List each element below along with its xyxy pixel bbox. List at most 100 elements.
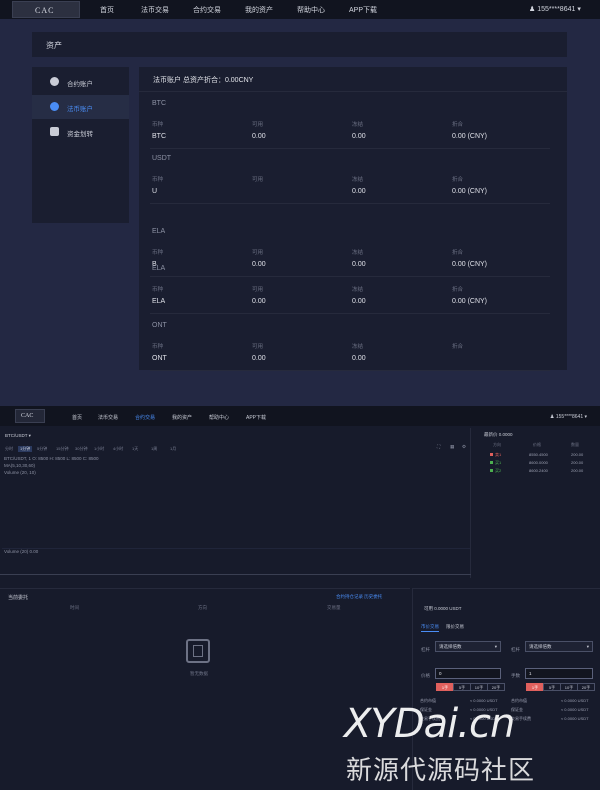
wallet-icon [50, 102, 59, 111]
column-header: 可用 [252, 250, 264, 256]
nav-help-center[interactable]: 帮助中心 [297, 5, 325, 15]
row-divider [150, 313, 550, 314]
column-header: 折合 [452, 287, 464, 293]
sidebar-item-fiat-account[interactable]: 法币账户 [32, 95, 129, 119]
nav-help-center[interactable]: 帮助中心 [209, 414, 229, 421]
tab-market-order[interactable]: 市价交易 [421, 624, 439, 630]
buy-leverage-select[interactable]: 请选择倍数 ▾ [435, 641, 501, 652]
logo[interactable]: CAC [12, 1, 80, 18]
nav-contract-trade[interactable]: 合约交易 [193, 5, 221, 15]
tab-timeframe[interactable]: 30分钟 [75, 446, 87, 452]
tab-limit-order[interactable]: 限价交易 [446, 624, 464, 630]
orderbook-qty: 200.00 [571, 460, 584, 465]
orderbook-qty: 200.00 [571, 468, 584, 473]
col-direction: 方向 [198, 605, 207, 610]
asset-value: 0.00 (CNY) [452, 188, 488, 195]
nav-fiat-trade[interactable]: 法币交易 [98, 414, 118, 421]
info-value: ≈ 0.0000 USDT [561, 707, 589, 712]
order-book: 最新价 0.0000 方向 价格 数量 卖1 8550.4500 200.00 买1 8… [474, 428, 600, 578]
orderbook-price: 8550.4500 [529, 452, 548, 457]
col-side: 方向 [493, 442, 501, 447]
side-marker [490, 461, 493, 464]
orderbook-side: 买1 [495, 460, 502, 465]
nav-home[interactable]: 首页 [72, 414, 82, 421]
sell-quick-qty-button[interactable]: 1手 [526, 683, 544, 691]
available-balance: 可用 0.0000 USDT [424, 606, 462, 611]
chevron-down-icon: ▾ [584, 414, 588, 420]
column-header: 折合 [452, 250, 464, 256]
logo[interactable]: CAC [15, 409, 45, 423]
divider [139, 91, 567, 92]
nav-fiat-trade[interactable]: 法币交易 [141, 5, 169, 15]
buy-quick-qty-button[interactable]: 10手 [470, 683, 488, 691]
nav-app-download[interactable]: APP下载 [246, 414, 266, 421]
info-label: 保证金 [420, 707, 432, 712]
orderbook-side: 买2 [495, 468, 502, 473]
chevron-down-icon: ▾ [577, 6, 581, 13]
asset-value: 0.00 (CNY) [452, 133, 488, 140]
fullscreen-icon[interactable]: ⛶ [437, 444, 440, 449]
info-value: ≈ 0.0000 USDT [561, 698, 589, 703]
tab-timeframe[interactable]: 4小时 [113, 446, 123, 452]
buy-quick-qty-button[interactable]: 20手 [487, 683, 505, 691]
sell-quick-qty-button[interactable]: 10手 [560, 683, 578, 691]
coin-title: ELA [152, 265, 166, 272]
sidebar-item-label: 合约账户 [67, 81, 93, 88]
buy-price-label: 价格 [421, 673, 430, 678]
tab-timeframe[interactable]: 1月 [170, 446, 176, 452]
buy-quick-qty-button[interactable]: 1手 [436, 683, 454, 691]
chart-ma-line: MA(5,10,30,60) [4, 463, 36, 468]
buy-price-input[interactable]: 0 [435, 668, 501, 679]
latest-price: 最新价 0.0000 [484, 432, 513, 437]
kline-chart[interactable]: BTC/USDT ▾ 分时 1分钟 5分钟 15分钟 30分钟 1小时 4小时 1天 1周 1月 … [0, 428, 471, 578]
settings-icon[interactable]: ⚙ [462, 444, 466, 450]
sidebar-item-label: 资金划转 [67, 131, 93, 138]
nav-contract-trade[interactable]: 合约交易 [135, 414, 155, 421]
info-value: ≈ 0.0000 USDT [470, 698, 498, 703]
nav-my-assets[interactable]: 我的资产 [245, 5, 273, 15]
row-divider [150, 203, 550, 204]
user-menu[interactable]: ♟ 155****8641 ▾ [529, 5, 581, 13]
sell-quick-qty-button[interactable]: 5手 [543, 683, 561, 691]
row-divider [150, 276, 550, 277]
asset-frozen: 0.00 [352, 298, 366, 305]
page-title: 资产 [46, 41, 62, 50]
tab-timeframe[interactable]: 1分钟 [18, 446, 33, 452]
chart-info-line: BTC/USDT, 1 O: 8500 H: 8500 L: 8500 C: 8… [4, 456, 99, 461]
nav-app-download[interactable]: APP下载 [349, 5, 377, 15]
info-label: 合约市值 [420, 698, 436, 703]
fiat-account-panel: 法币账户 总资产折合：0.00CNY [139, 67, 567, 370]
nav-home[interactable]: 首页 [100, 5, 114, 15]
coin-title: ELA [152, 228, 166, 235]
column-header: 折合 [452, 122, 464, 128]
sell-quick-qty-button[interactable]: 20手 [577, 683, 595, 691]
sidebar-item-fund-transfer[interactable]: 资金划转 [32, 120, 129, 144]
pair-selector[interactable]: BTC/USDT ▾ [5, 433, 31, 439]
sell-leverage-select[interactable]: 请选择倍数 ▾ [525, 641, 593, 652]
buy-quick-qty-button[interactable]: 5手 [453, 683, 471, 691]
info-label: 合约市值 [511, 698, 527, 703]
empty-text: 暂无数据 [190, 671, 208, 676]
tab-timeframe[interactable]: 分时 [5, 446, 13, 452]
info-label: 保证金 [511, 707, 523, 712]
asset-frozen: 0.00 [352, 355, 366, 362]
tab-timeframe[interactable]: 1天 [132, 446, 138, 452]
column-header: 折合 [452, 177, 464, 183]
side-marker [490, 469, 493, 472]
panel-title: 法币账户 总资产折合：0.00CNY [153, 77, 254, 84]
chart-type-icon[interactable]: ▦ [450, 444, 454, 450]
column-header: 冻结 [352, 177, 364, 183]
nav-my-assets[interactable]: 我的资产 [172, 414, 192, 421]
sidebar-item-contract-account[interactable]: 合约账户 [32, 70, 129, 94]
tab-timeframe[interactable]: 5分钟 [37, 446, 47, 452]
sell-qty-input[interactable]: 1 [525, 668, 593, 679]
tab-timeframe[interactable]: 1周 [151, 446, 157, 452]
history-links[interactable]: 合约持仓记录 历史委托 [336, 594, 382, 600]
coin-title: ONT [152, 322, 167, 329]
orderbook-price: 8600.0000 [529, 460, 548, 465]
tab-timeframe[interactable]: 15分钟 [56, 446, 68, 452]
asset-value: 0.00 (CNY) [452, 261, 488, 268]
user-menu[interactable]: ♟ 155****8641 ▾ [550, 414, 587, 420]
trade-top-nav: CAC 首页 法币交易 合约交易 我的资产 帮助中心 APP下载 ♟ 155**… [0, 406, 600, 426]
tab-timeframe[interactable]: 1小时 [94, 446, 104, 452]
